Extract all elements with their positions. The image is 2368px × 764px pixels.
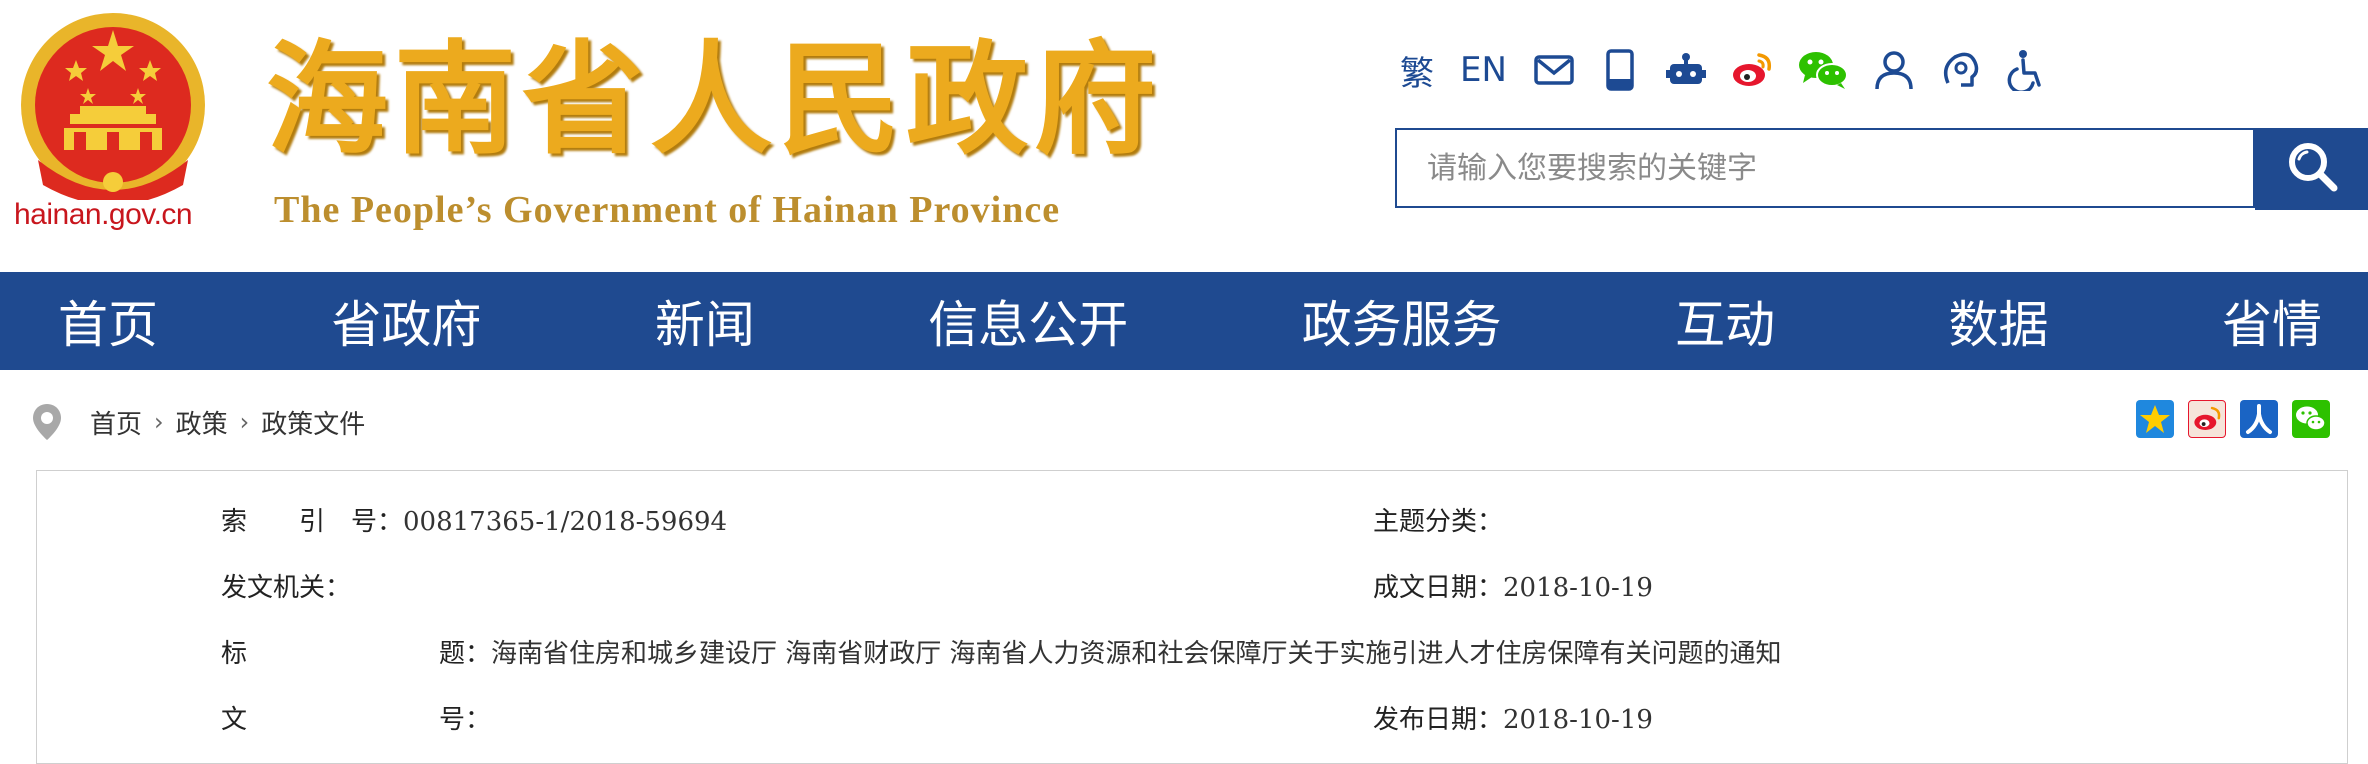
nav-item-info-disclosure[interactable]: 信息公开 xyxy=(928,285,1128,357)
nav-item-news[interactable]: 新闻 xyxy=(655,285,755,357)
wechat-share-icon[interactable] xyxy=(2292,400,2330,438)
publish-date-row: 发布日期：2018-10-19 xyxy=(1373,699,1653,736)
topic-label: 主题分类： xyxy=(1373,507,1504,537)
mobile-icon[interactable] xyxy=(1599,49,1641,91)
title-label-first-char: 标 xyxy=(221,639,248,669)
user-icon[interactable] xyxy=(1873,49,1915,91)
issuer-label: 发文机关： xyxy=(221,573,352,603)
robot-icon[interactable] xyxy=(1665,49,1707,91)
english-link[interactable]: EN xyxy=(1460,50,1507,90)
publish-date-label: 发布日期： xyxy=(1373,705,1504,735)
publish-date-value: 2018-10-19 xyxy=(1503,705,1653,735)
index-row: 索 引 号：00817365-1/2018-59694 xyxy=(221,501,727,538)
chevron-right-icon: › xyxy=(154,408,164,436)
share-bar xyxy=(2136,400,2330,438)
doc-number-label-last-char: 号： xyxy=(439,705,492,735)
title-row: 标 题：海南省住房和城乡建设厅 海南省财政厅 海南省人力资源和社会保障厅关于实施引… xyxy=(221,633,1782,670)
index-label: 索 引 号： xyxy=(221,507,404,537)
nav-item-home[interactable]: 首页 xyxy=(58,285,158,357)
site-domain: hainan.gov.cn xyxy=(14,198,193,231)
written-date-value: 2018-10-19 xyxy=(1503,573,1653,603)
traditional-chinese-link[interactable]: 繁 xyxy=(1400,46,1434,95)
renren-share-icon[interactable] xyxy=(2240,400,2278,438)
breadcrumb-home[interactable]: 首页 xyxy=(90,404,142,441)
wechat-icon[interactable] xyxy=(1797,49,1849,91)
site-title-en: The People’s Government of Hainan Provin… xyxy=(274,189,1061,231)
search-icon xyxy=(2282,137,2342,201)
breadcrumb-policy[interactable]: 政策 xyxy=(176,404,228,441)
nav-item-interaction[interactable]: 互动 xyxy=(1675,285,1775,357)
doc-number-row: 文 号： xyxy=(221,699,491,736)
document-info-panel: 索 引 号：00817365-1/2018-59694 主题分类： 发文机关： … xyxy=(36,470,2348,764)
written-date-label: 成文日期： xyxy=(1373,573,1504,603)
national-emblem-icon xyxy=(18,10,208,205)
document-title: 海南省住房和城乡建设厅 海南省财政厅 海南省人力资源和社会保障厅关于实施引进人才… xyxy=(491,639,1782,669)
location-pin-icon xyxy=(30,402,64,442)
main-nav: 首页 省政府 新闻 信息公开 政务服务 互动 数据 省情 xyxy=(0,272,2368,370)
doc-number-label-first-char: 文 xyxy=(221,705,248,735)
breadcrumb-policy-documents[interactable]: 政策文件 xyxy=(261,404,365,441)
mail-icon[interactable] xyxy=(1533,49,1575,91)
breadcrumb: 首页 › 政策 › 政策文件 xyxy=(30,400,365,444)
elderly-mode-icon[interactable] xyxy=(1939,49,1981,91)
written-date-row: 成文日期：2018-10-19 xyxy=(1373,567,1653,604)
topic-row: 主题分类： xyxy=(1373,501,1503,538)
nav-item-government[interactable]: 省政府 xyxy=(331,285,481,357)
nav-item-province-overview[interactable]: 省情 xyxy=(2222,285,2322,357)
weibo-icon[interactable] xyxy=(1731,49,1773,91)
site-title-cn[interactable]: 海南省人民政府 xyxy=(266,30,1162,170)
nav-item-services[interactable]: 政务服务 xyxy=(1302,285,1502,357)
search-input[interactable] xyxy=(1397,130,2253,206)
title-label-last-char: 题： xyxy=(439,639,492,669)
issuer-row: 发文机关： xyxy=(221,567,351,604)
index-value: 00817365-1/2018-59694 xyxy=(403,507,728,537)
nav-item-data[interactable]: 数据 xyxy=(1949,285,2049,357)
chevron-right-icon: › xyxy=(239,408,250,436)
accessibility-icon[interactable] xyxy=(2005,49,2047,91)
search-button[interactable] xyxy=(2255,128,2368,210)
qzone-share-icon[interactable] xyxy=(2136,400,2174,438)
header-tools: 繁 EN xyxy=(1400,46,2071,94)
weibo-share-icon[interactable] xyxy=(2188,400,2226,438)
search-box xyxy=(1395,128,2255,208)
